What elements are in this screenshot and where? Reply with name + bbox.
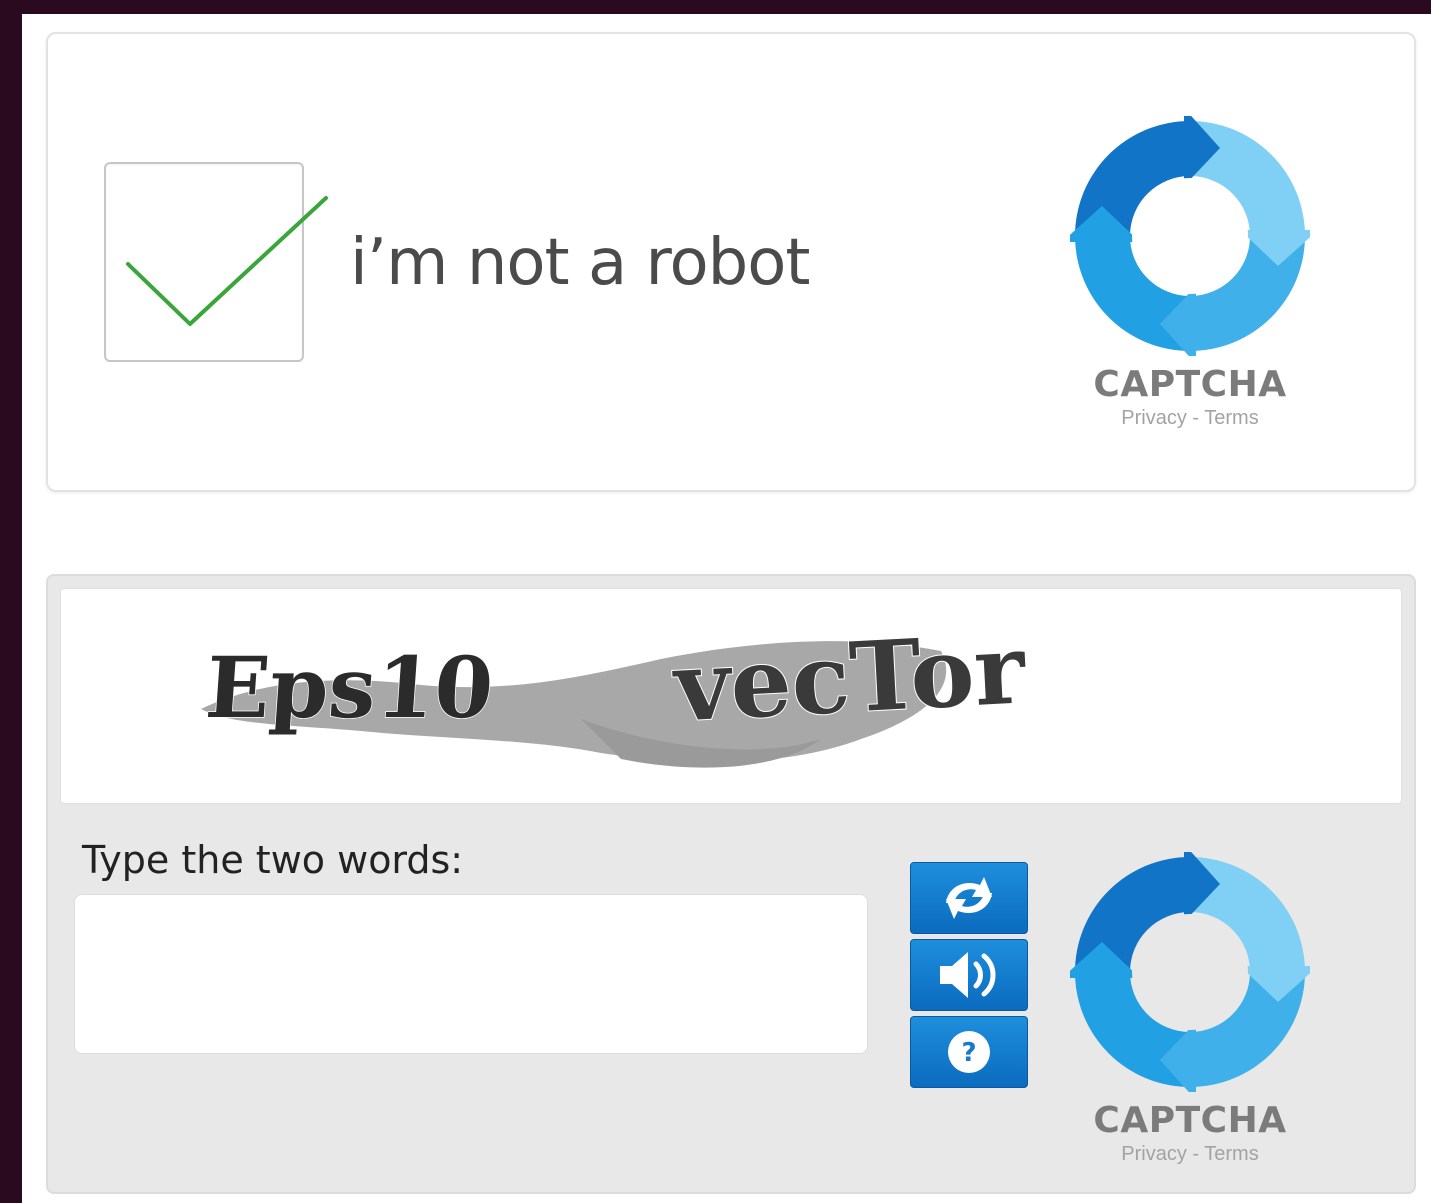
captcha-logo-icon: [1070, 852, 1310, 1092]
link-separator: -: [1186, 1143, 1205, 1165]
help-button[interactable]: ?: [910, 1016, 1028, 1088]
not-a-robot-label: i’m not a robot: [350, 226, 810, 300]
challenge-word-2: vecTor: [670, 612, 1029, 743]
reload-icon: [946, 877, 992, 919]
captcha-logo-links: Privacy - Terms: [1063, 1143, 1317, 1166]
captcha-prompt: Type the two words:: [82, 838, 464, 882]
captcha-challenge-image: Eps10 vecTor: [60, 588, 1402, 804]
captcha-distorted-text: Eps10 vecTor: [201, 611, 1030, 768]
privacy-link[interactable]: Privacy: [1121, 407, 1187, 429]
terms-link[interactable]: Terms: [1204, 407, 1258, 429]
captcha-answer-input[interactable]: [74, 894, 868, 1054]
text-captcha-panel: Eps10 vecTor Type the two words: ? CAPTC…: [46, 574, 1416, 1194]
privacy-link[interactable]: Privacy: [1121, 1143, 1187, 1165]
checkbox-captcha-panel: i’m not a robot CAPTCHA Privacy - Terms: [46, 32, 1416, 492]
captcha-logo-icon: [1070, 116, 1310, 356]
captcha-logo-title: CAPTCHA: [1093, 364, 1287, 405]
not-a-robot-checkbox[interactable]: [104, 162, 328, 362]
terms-link[interactable]: Terms: [1204, 1143, 1258, 1165]
reload-button[interactable]: [910, 862, 1028, 934]
svg-text:?: ?: [961, 1038, 976, 1068]
help-icon: ?: [948, 1031, 990, 1073]
challenge-word-1: Eps10: [203, 638, 497, 737]
checkmark-icon: [126, 196, 328, 326]
audio-icon: [940, 952, 996, 998]
captcha-logo: CAPTCHA Privacy - Terms: [1063, 116, 1317, 430]
captcha-logo-links: Privacy - Terms: [1063, 407, 1317, 430]
captcha-logo-title: CAPTCHA: [1093, 1100, 1287, 1141]
captcha-logo: CAPTCHA Privacy - Terms: [1063, 852, 1317, 1166]
link-separator: -: [1186, 407, 1205, 429]
audio-button[interactable]: [910, 939, 1028, 1011]
page: i’m not a robot CAPTCHA Privacy - Terms: [22, 14, 1431, 1203]
